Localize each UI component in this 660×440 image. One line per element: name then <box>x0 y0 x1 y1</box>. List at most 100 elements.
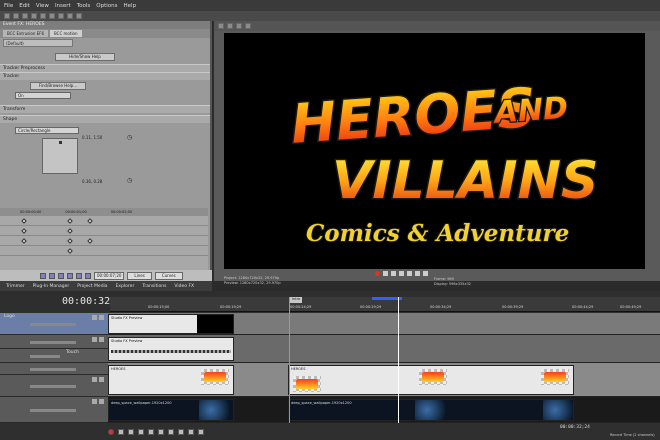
marker-intro[interactable]: Intro <box>290 297 303 303</box>
keyframe-marker[interactable] <box>87 218 93 224</box>
render-icon[interactable] <box>31 13 37 19</box>
preview-copy-icon[interactable] <box>245 23 251 29</box>
position-canvas[interactable] <box>42 138 78 174</box>
solo-icon[interactable] <box>99 377 104 382</box>
keyframe-row[interactable] <box>0 216 208 226</box>
coord-value-2[interactable]: 0.36, 0.28 <box>82 179 102 184</box>
clip-solid-2[interactable]: Studio FX Preview <box>108 337 234 361</box>
add-keyframe-icon[interactable] <box>76 272 82 279</box>
next-frame-icon[interactable] <box>423 270 428 276</box>
track-header-logo[interactable]: Logo <box>0 313 108 335</box>
section-shape[interactable]: Shape <box>0 115 210 123</box>
track-lane-2[interactable]: Studio FX Preview <box>108 335 660 363</box>
tab-transitions[interactable]: Transitions <box>142 284 166 289</box>
fx-tab-motion[interactable]: BCC motion <box>50 30 82 37</box>
keyframe-marker[interactable] <box>67 228 73 234</box>
prev-keyframe-icon[interactable] <box>49 272 55 279</box>
new-icon[interactable] <box>4 13 10 19</box>
loop-icon[interactable] <box>383 270 388 276</box>
track-lane-logo[interactable]: Studio FX Preview <box>108 313 660 335</box>
level-slider[interactable] <box>30 409 76 412</box>
play-icon[interactable] <box>391 270 396 276</box>
level-slider[interactable] <box>30 355 60 358</box>
menu-file[interactable]: File <box>4 3 13 9</box>
keyframe-marker[interactable] <box>21 228 27 234</box>
undo-icon[interactable] <box>40 13 46 19</box>
curves-button[interactable]: Curves <box>154 271 183 280</box>
section-transform[interactable]: Transform <box>0 105 210 113</box>
play-icon[interactable] <box>138 428 144 435</box>
track-header-touch[interactable]: Touch <box>0 349 108 363</box>
menu-insert[interactable]: Insert <box>55 3 71 9</box>
clip-heroes-2[interactable]: HEROES <box>288 365 574 395</box>
next-keyframe-icon[interactable] <box>58 272 64 279</box>
track-header-2[interactable] <box>0 335 108 349</box>
keyframe-row[interactable] <box>0 236 208 246</box>
level-slider[interactable] <box>30 341 76 344</box>
redo-icon[interactable] <box>49 13 55 19</box>
prev-frame-icon[interactable] <box>415 270 420 276</box>
coord-value-1[interactable]: 0.11, 1.50 <box>82 135 102 140</box>
pause-icon[interactable] <box>148 428 154 435</box>
tab-project-media[interactable]: Project Media <box>77 284 107 289</box>
track-header-space[interactable] <box>0 397 108 423</box>
keyframe-marker[interactable] <box>21 218 27 224</box>
fx-tab-extrusion[interactable]: BCC Extrusion EF6 <box>3 30 48 37</box>
record-icon[interactable] <box>108 428 114 435</box>
track-header-4[interactable] <box>0 363 108 375</box>
find-browse-help-button[interactable]: Find/Browse Help... <box>30 82 86 90</box>
keyframe-timecode[interactable]: 00:00:07;20 <box>94 271 125 280</box>
clip-space-1[interactable]: deep_space_wallpaper-1920x1200 <box>108 399 234 421</box>
tab-plugin-manager[interactable]: Plug-In Manager <box>33 284 70 289</box>
menu-edit[interactable]: Edit <box>19 3 30 9</box>
mute-icon[interactable] <box>92 377 97 382</box>
mode-dropdown[interactable]: On <box>15 92 71 99</box>
keyframe-marker[interactable] <box>67 238 73 244</box>
record-icon[interactable] <box>375 270 380 276</box>
mute-icon[interactable] <box>92 315 97 320</box>
delete-keyframe-icon[interactable] <box>85 272 91 279</box>
pause-icon[interactable] <box>399 270 404 276</box>
play-from-start-icon[interactable] <box>128 428 134 435</box>
mute-icon[interactable] <box>92 399 97 404</box>
clip-solid-1[interactable]: Studio FX Preview <box>108 314 234 334</box>
solo-icon[interactable] <box>99 337 104 342</box>
preview-split-icon[interactable] <box>227 23 233 29</box>
last-keyframe-icon[interactable] <box>67 272 73 279</box>
paste-icon[interactable] <box>76 13 82 19</box>
go-end-icon[interactable] <box>178 428 184 435</box>
preview-settings-icon[interactable] <box>218 23 224 29</box>
go-start-icon[interactable] <box>168 428 174 435</box>
solo-icon[interactable] <box>99 315 104 320</box>
keyframe-marker[interactable] <box>87 238 93 244</box>
level-slider[interactable] <box>30 323 76 326</box>
menu-options[interactable]: Options <box>96 3 117 9</box>
level-slider[interactable] <box>30 368 76 371</box>
prev-frame-icon[interactable] <box>188 428 194 435</box>
menu-tools[interactable]: Tools <box>77 3 91 9</box>
lines-button[interactable]: Lines <box>127 271 152 280</box>
cut-icon[interactable] <box>58 13 64 19</box>
save-icon[interactable] <box>22 13 28 19</box>
keyframe-marker[interactable] <box>21 238 27 244</box>
keyframe-marker[interactable] <box>67 248 73 254</box>
time-ruler[interactable]: Intro 00:00:15;00 00:00:19;29 00:00:24;2… <box>110 297 660 312</box>
first-keyframe-icon[interactable] <box>40 272 46 279</box>
tab-trimmer[interactable]: Trimmer <box>6 284 25 289</box>
hide-show-help-button[interactable]: Hide/Show Help <box>55 53 115 61</box>
section-tracker-preprocess[interactable]: Tracker Preprocess <box>0 64 210 72</box>
menu-view[interactable]: View <box>36 3 49 9</box>
tab-video-fx[interactable]: Video FX <box>174 284 194 289</box>
tab-explorer[interactable]: Explorer <box>116 284 135 289</box>
preset-dropdown[interactable]: (Default) <box>3 39 73 47</box>
section-tracker[interactable]: Tracker <box>0 72 210 80</box>
next-frame-icon[interactable] <box>198 428 204 435</box>
menu-help[interactable]: Help <box>124 3 137 9</box>
open-icon[interactable] <box>13 13 19 19</box>
copy-icon[interactable] <box>67 13 73 19</box>
keyframe-row[interactable] <box>0 246 208 256</box>
loop-icon[interactable] <box>118 428 124 435</box>
clock-icon[interactable]: ◷ <box>127 134 132 141</box>
clip-space-2[interactable]: deep_space_wallpaper-1920x1200 <box>288 399 574 421</box>
solo-icon[interactable] <box>99 399 104 404</box>
